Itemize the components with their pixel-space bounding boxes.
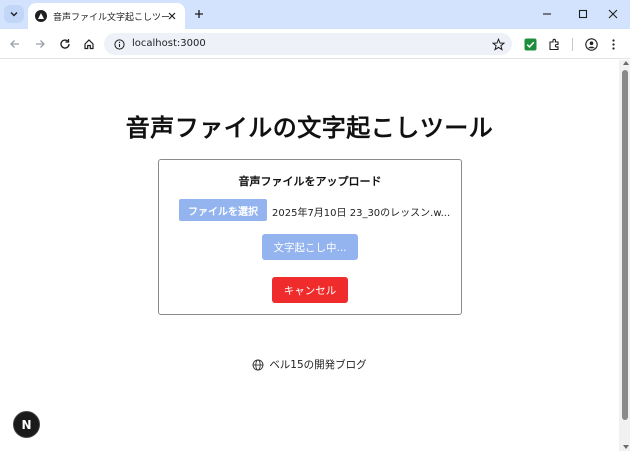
transcribe-button[interactable]: 文字起こし中... bbox=[262, 234, 358, 260]
extension-check-icon[interactable] bbox=[521, 35, 539, 53]
active-tab[interactable]: 音声ファイル文字起こしツール bbox=[28, 3, 185, 29]
url-text[interactable]: localhost:3000 bbox=[132, 38, 206, 49]
globe-icon bbox=[252, 359, 264, 371]
page-title: 音声ファイルの文字起こしツール bbox=[125, 114, 494, 142]
choose-file-button[interactable]: ファイルを選択 bbox=[179, 199, 267, 221]
cancel-button[interactable]: キャンセル bbox=[272, 277, 348, 303]
card-heading: 音声ファイルをアップロード bbox=[238, 175, 382, 188]
nextjs-dev-badge[interactable]: N bbox=[13, 411, 40, 438]
scroll-up-arrow[interactable] bbox=[622, 61, 629, 65]
reload-icon[interactable] bbox=[56, 35, 74, 53]
selected-file-name: 2025年7月10日 23_30のレッスン.w... bbox=[272, 208, 450, 219]
window-close-icon[interactable] bbox=[603, 4, 623, 24]
star-icon[interactable] bbox=[490, 36, 506, 52]
scrollbar[interactable] bbox=[619, 60, 630, 451]
maximize-icon[interactable] bbox=[573, 4, 593, 24]
tab-search-icon[interactable] bbox=[4, 5, 24, 23]
forward-icon[interactable] bbox=[31, 35, 49, 53]
favicon-icon bbox=[35, 10, 47, 22]
toolbar-divider bbox=[572, 38, 573, 51]
scroll-thumb[interactable] bbox=[622, 70, 628, 420]
home-icon[interactable] bbox=[80, 35, 98, 53]
close-icon[interactable] bbox=[165, 9, 179, 23]
tab-title: 音声ファイル文字起こしツール bbox=[53, 12, 171, 23]
blog-link-label: ベル15の開発ブログ bbox=[269, 359, 367, 371]
tab-strip: 音声ファイル文字起こしツール bbox=[0, 0, 630, 29]
minimize-icon[interactable] bbox=[537, 4, 557, 24]
back-icon[interactable] bbox=[6, 35, 24, 53]
scroll-down-arrow[interactable] bbox=[622, 445, 629, 449]
browser-toolbar: localhost:3000 bbox=[0, 29, 630, 59]
puzzle-icon[interactable] bbox=[545, 35, 563, 53]
info-icon[interactable] bbox=[113, 38, 125, 50]
address-bar[interactable]: localhost:3000 bbox=[104, 33, 512, 55]
plus-icon[interactable] bbox=[190, 5, 208, 23]
profile-icon[interactable] bbox=[582, 35, 600, 53]
blog-link[interactable]: ベル15の開発ブログ bbox=[0, 357, 619, 372]
menu-icon[interactable] bbox=[604, 35, 622, 53]
upload-card: 音声ファイルをアップロード ファイルを選択 2025年7月10日 23_30のレ… bbox=[158, 159, 462, 315]
